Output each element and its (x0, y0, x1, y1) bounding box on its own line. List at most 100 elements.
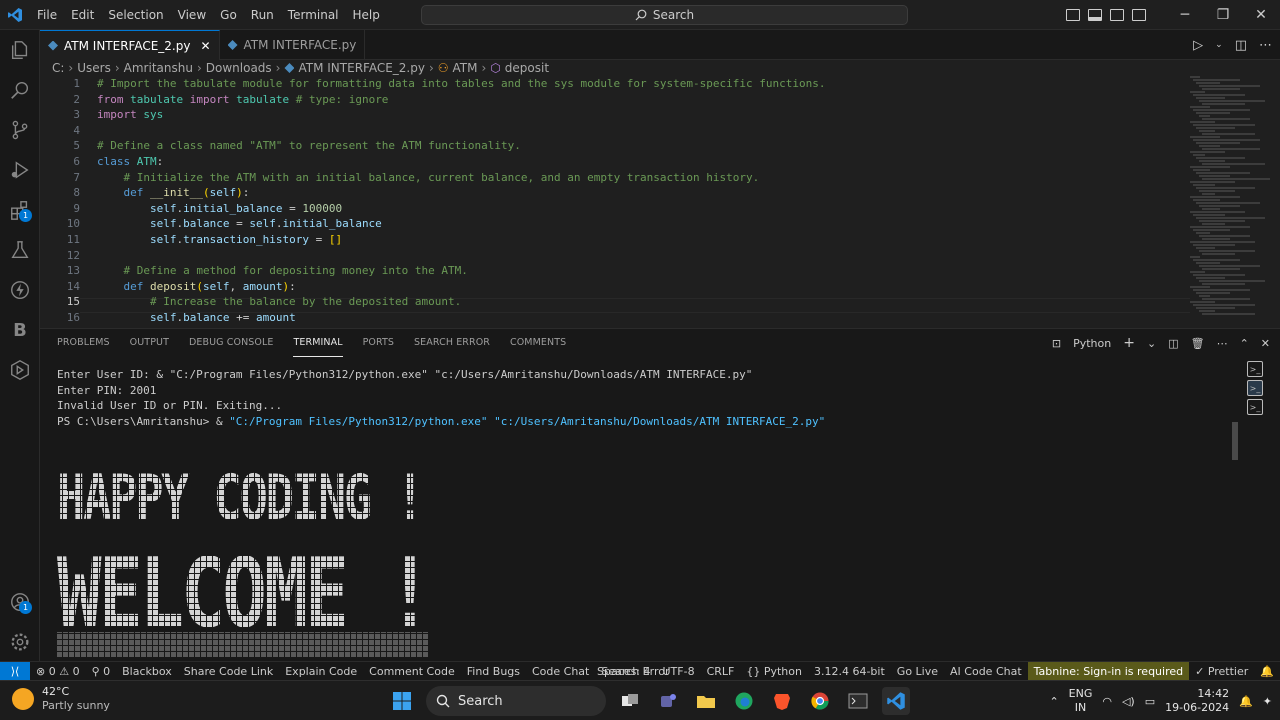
prettier-status[interactable]: ✓ Prettier (1189, 665, 1254, 678)
menu-view[interactable]: View (171, 0, 213, 30)
go-live[interactable]: Go Live (891, 665, 944, 678)
teams-icon[interactable] (654, 687, 682, 715)
tab-output[interactable]: OUTPUT (130, 329, 169, 357)
terminal-app-icon[interactable] (844, 687, 872, 715)
task-view-icon[interactable] (616, 687, 644, 715)
tray-overflow-icon[interactable]: ⌃ (1049, 695, 1058, 708)
tab-atm-interface[interactable]: ATM INTERFACE.py (220, 30, 366, 60)
kill-terminal-icon[interactable]: 🗑 (1191, 337, 1205, 350)
breadcrumb-users[interactable]: Users (77, 61, 111, 75)
blackbox-icon[interactable]: B (0, 310, 40, 350)
volume-icon[interactable]: ◁) (1122, 695, 1135, 708)
breadcrumb-method[interactable]: deposit (505, 61, 549, 75)
search-icon[interactable] (0, 70, 40, 110)
tab-problems[interactable]: PROBLEMS (57, 329, 110, 357)
indentation-status[interactable]: Spaces: 4 (591, 665, 656, 678)
close-panel-icon[interactable]: ✕ (1261, 337, 1270, 350)
breadcrumb-user[interactable]: Amritanshu (124, 61, 193, 75)
battery-icon[interactable]: ▭ (1145, 695, 1155, 708)
run-dropdown-icon[interactable]: ⌄ (1215, 40, 1223, 50)
tab-ports[interactable]: PORTS (363, 329, 394, 357)
menu-file[interactable]: File (30, 0, 64, 30)
menu-run[interactable]: Run (244, 0, 281, 30)
accounts-icon[interactable]: 1 (0, 582, 40, 622)
maximize-button[interactable]: ❐ (1204, 0, 1242, 30)
close-tab-icon[interactable]: ✕ (200, 39, 210, 53)
comment-code[interactable]: Comment Code (363, 665, 461, 678)
maximize-panel-icon[interactable]: ⌃ (1240, 337, 1249, 350)
problems-count[interactable]: ⊗ 0 ⚠ 0 (30, 665, 86, 678)
encoding-status[interactable]: UTF-8 (657, 665, 701, 678)
terminal-instance-icon[interactable]: >_ (1247, 399, 1263, 415)
minimap[interactable] (1190, 76, 1270, 328)
terminal-instance-icon[interactable]: >_ (1247, 361, 1263, 377)
python-interpreter[interactable]: 3.12.4 64-bit (808, 665, 891, 678)
terminal-output[interactable]: Enter User ID: & "C:/Program Files/Pytho… (57, 367, 1217, 429)
split-editor-icon[interactable]: ◫ (1235, 38, 1247, 53)
file-explorer-icon[interactable] (692, 687, 720, 715)
more-panel-actions-icon[interactable]: ⋯ (1217, 337, 1228, 350)
code-chat[interactable]: Code Chat (526, 665, 595, 678)
menu-go[interactable]: Go (213, 0, 244, 30)
notifications-bell-icon[interactable]: 🔔 (1254, 665, 1280, 678)
settings-gear-icon[interactable] (0, 622, 40, 662)
weather-widget[interactable]: 42°C Partly sunny (12, 685, 110, 713)
tab-atm-interface-2[interactable]: ATM INTERFACE_2.py ✕ (40, 30, 220, 60)
split-terminal-icon[interactable]: ◫ (1168, 337, 1178, 350)
windows-start-icon[interactable] (388, 687, 416, 715)
share-code-link[interactable]: Share Code Link (178, 665, 279, 678)
extensions-icon[interactable]: 1 (0, 190, 40, 230)
copilot-icon[interactable]: ✦ (1263, 695, 1272, 708)
terminal-shell-label[interactable]: Python (1073, 337, 1111, 350)
vscode-taskbar-icon[interactable] (882, 687, 910, 715)
toggle-sidebar-icon[interactable] (1066, 9, 1080, 21)
vscode-logo-icon[interactable] (0, 0, 30, 30)
ports-count[interactable]: ⚲ 0 (86, 665, 117, 678)
testing-flask-icon[interactable] (0, 230, 40, 270)
remote-indicator-icon[interactable]: ⟩⟨ (0, 661, 30, 681)
close-window-button[interactable]: ✕ (1242, 0, 1280, 30)
tab-comments[interactable]: COMMENTS (510, 329, 566, 357)
notification-bell-icon[interactable]: 🔔 (1239, 695, 1253, 708)
find-bugs[interactable]: Find Bugs (461, 665, 526, 678)
menu-edit[interactable]: Edit (64, 0, 101, 30)
clock[interactable]: 14:42 19-06-2024 (1165, 687, 1229, 715)
breadcrumb-folder[interactable]: Downloads (206, 61, 272, 75)
minimize-button[interactable]: ─ (1166, 0, 1204, 30)
terminal-scrollbar[interactable] (1232, 422, 1238, 460)
run-python-file-icon[interactable]: ▷ (1193, 38, 1203, 53)
toggle-panel-icon[interactable] (1088, 9, 1102, 21)
toggle-secondary-sidebar-icon[interactable] (1110, 9, 1124, 21)
ai-code-chat[interactable]: AI Code Chat (944, 665, 1028, 678)
code-editor[interactable]: 1 2 3 4 5 6 7 8 9 10 11 12 13 14 15 16 #… (40, 76, 1280, 328)
terminal-instance-icon[interactable]: >_ (1247, 380, 1263, 396)
run-debug-icon[interactable] (0, 150, 40, 190)
menu-terminal[interactable]: Terminal (281, 0, 346, 30)
tab-debug-console[interactable]: DEBUG CONSOLE (189, 329, 274, 357)
menu-help[interactable]: Help (346, 0, 387, 30)
chrome-browser-icon[interactable] (806, 687, 834, 715)
terminal-dropdown-icon[interactable]: ⌄ (1147, 337, 1156, 350)
explorer-icon[interactable] (0, 30, 40, 70)
breadcrumb-file[interactable]: ATM INTERFACE_2.py (298, 61, 424, 75)
breadcrumb-class[interactable]: ATM (453, 61, 478, 75)
tabnine-icon[interactable] (0, 350, 40, 390)
customize-layout-icon[interactable] (1132, 9, 1146, 21)
tabnine-status[interactable]: Tabnine: Sign-in is required (1027, 662, 1190, 681)
menu-selection[interactable]: Selection (101, 0, 170, 30)
tab-terminal[interactable]: TERMINAL (293, 329, 343, 357)
source-control-icon[interactable] (0, 110, 40, 150)
eol-status[interactable]: CRLF (701, 665, 741, 678)
explain-code[interactable]: Explain Code (279, 665, 363, 678)
more-actions-icon[interactable]: ⋯ (1259, 38, 1272, 53)
breadcrumb-drive[interactable]: C: (52, 61, 64, 75)
brave-browser-icon[interactable] (768, 687, 796, 715)
new-terminal-icon[interactable]: + (1123, 335, 1135, 351)
lightning-extension-icon[interactable] (0, 270, 40, 310)
language-indicator[interactable]: ENG IN (1069, 687, 1093, 715)
tab-search-error[interactable]: SEARCH ERROR (414, 329, 490, 357)
wifi-icon[interactable]: ◠ (1102, 695, 1112, 708)
edge-browser-icon[interactable] (730, 687, 758, 715)
taskbar-search[interactable]: Search (426, 686, 606, 716)
blackbox-status[interactable]: Blackbox (116, 665, 178, 678)
